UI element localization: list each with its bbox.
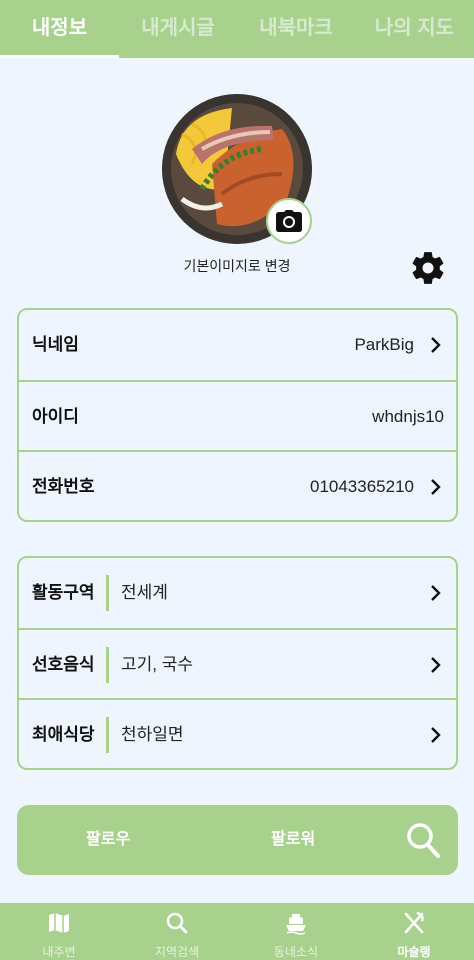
- nav-macheulin-label: 마슐랭: [397, 945, 431, 959]
- nav-macheulin[interactable]: 마슐랭: [355, 903, 473, 960]
- user-id-row: 아이디 whdnjs10: [19, 380, 456, 450]
- bottom-nav: 내주변 지역검색 동네소식 마슐랭: [0, 903, 474, 960]
- phone-label: 전화번호: [32, 477, 95, 496]
- row-divider: [106, 717, 109, 753]
- utensils-icon: [404, 911, 424, 934]
- tab-my-bookmarks[interactable]: 내북마크: [237, 0, 355, 58]
- chevron-right-icon: [431, 727, 441, 743]
- followers-button[interactable]: 팔로워: [271, 805, 315, 875]
- nav-local-news[interactable]: 동네소식: [237, 903, 355, 960]
- follow-bar: 팔로우 팔로워: [17, 805, 458, 875]
- nav-nearby-label: 내주변: [42, 945, 76, 959]
- tab-my-map[interactable]: 나의 지도: [355, 0, 474, 58]
- phone-value: 01043365210: [309, 477, 414, 496]
- favorite-restaurant-value: 천하일면: [121, 725, 184, 744]
- settings-button[interactable]: [409, 249, 447, 287]
- favorite-restaurant-label: 최애식당: [32, 725, 95, 744]
- reset-default-image-link[interactable]: 기본이미지로 변경: [0, 256, 474, 276]
- user-id-value: whdnjs10: [372, 407, 444, 426]
- chevron-right-icon: [431, 585, 441, 601]
- account-info-card: 닉네임 ParkBig 아이디 whdnjs10 전화번호 0104336521…: [17, 308, 458, 522]
- search-icon: [166, 912, 188, 934]
- favorite-food-label: 선호음식: [32, 655, 95, 674]
- nickname-value: ParkBig: [354, 335, 414, 354]
- user-id-label: 아이디: [32, 407, 79, 426]
- nav-region-search-label: 지역검색: [154, 945, 200, 959]
- profile-image-area: [162, 94, 312, 244]
- following-button[interactable]: 팔로우: [86, 805, 130, 875]
- gear-icon: [412, 252, 444, 284]
- nav-region-search[interactable]: 지역검색: [118, 903, 236, 960]
- nickname-label: 닉네임: [32, 335, 79, 354]
- tab-my-info[interactable]: 내정보: [0, 0, 119, 58]
- row-divider: [106, 647, 109, 683]
- activity-area-value: 전세계: [121, 583, 168, 602]
- nav-local-news-label: 동네소식: [273, 945, 319, 959]
- chevron-right-icon: [431, 337, 441, 353]
- favorite-restaurant-row[interactable]: 최애식당 천하일면: [19, 698, 456, 768]
- nickname-row[interactable]: 닉네임 ParkBig: [19, 310, 456, 380]
- preferences-card: 활동구역 전세계 선호음식 고기, 국수 최애식당 천하일면: [17, 556, 458, 770]
- chevron-right-icon: [431, 657, 441, 673]
- map-icon: [49, 913, 69, 933]
- change-photo-button[interactable]: [266, 198, 312, 244]
- activity-area-label: 활동구역: [32, 583, 95, 602]
- boat-icon: [286, 914, 306, 935]
- nav-nearby[interactable]: 내주변: [0, 903, 118, 960]
- tab-my-posts[interactable]: 내게시글: [119, 0, 237, 58]
- chevron-right-icon: [431, 479, 441, 495]
- favorite-food-row[interactable]: 선호음식 고기, 국수: [19, 628, 456, 698]
- activity-area-row[interactable]: 활동구역 전세계: [19, 558, 456, 628]
- camera-icon: [276, 210, 302, 232]
- phone-row[interactable]: 전화번호 01043365210: [19, 450, 456, 520]
- tab-active-indicator: [0, 55, 119, 58]
- top-tab-bar: 내정보 내게시글 내북마크 나의 지도: [0, 0, 474, 58]
- search-icon[interactable]: [405, 821, 441, 859]
- row-divider: [106, 575, 109, 611]
- favorite-food-value: 고기, 국수: [121, 655, 194, 674]
